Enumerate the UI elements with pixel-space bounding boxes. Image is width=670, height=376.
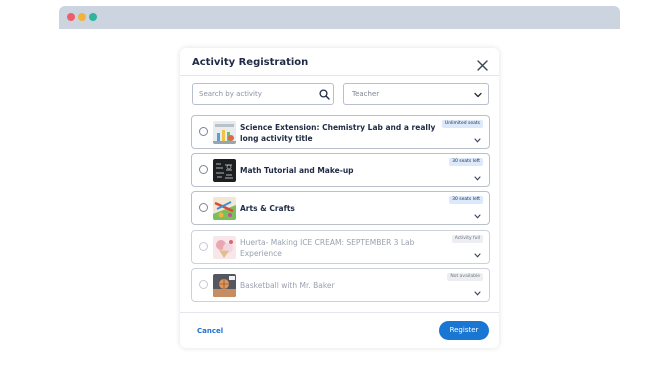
activity-thumbnail-ice-cream <box>213 236 236 259</box>
activity-thumbnail-basketball <box>213 274 236 297</box>
seats-badge: Unlimited seats <box>441 120 483 128</box>
register-button[interactable]: Register <box>439 321 489 340</box>
status-badge: Activity full <box>451 235 483 243</box>
search-icon[interactable] <box>319 89 330 100</box>
cancel-button[interactable]: Cancel <box>197 327 223 335</box>
activity-item[interactable]: Huerta- Making ICE CREAM: SEPTEMBER 3 La… <box>191 230 490 264</box>
activity-title: Math Tutorial and Make-up <box>240 166 354 175</box>
activity-radio[interactable] <box>199 165 208 174</box>
activity-item[interactable]: Arts & Crafts 30 seats left <box>191 191 490 225</box>
activity-title: Science Extension: Chemistry Lab and a r… <box>240 123 436 143</box>
activity-radio <box>199 242 208 251</box>
activity-title: Basketball with Mr. Baker <box>240 281 335 290</box>
activity-thumbnail-chemistry <box>213 121 236 144</box>
activity-item[interactable]: Science Extension: Chemistry Lab and a r… <box>191 115 490 149</box>
activity-thumbnail-arts <box>213 197 236 220</box>
activity-radio <box>199 280 208 289</box>
seats-badge: 30 seats left <box>449 158 483 166</box>
chevron-down-icon[interactable] <box>474 291 481 296</box>
chevron-down-icon[interactable] <box>474 176 481 181</box>
activity-thumbnail-math <box>213 159 236 182</box>
teacher-dropdown[interactable]: Teacher <box>343 83 489 105</box>
activity-item[interactable]: Math Tutorial and Make-up 30 seats left <box>191 153 490 187</box>
activity-radio[interactable] <box>199 127 208 136</box>
window-maximize-dot[interactable] <box>89 13 97 21</box>
chevron-down-icon[interactable] <box>474 138 481 143</box>
seats-badge: 30 seats left <box>449 196 483 204</box>
window-minimize-dot[interactable] <box>78 13 86 21</box>
chevron-down-icon[interactable] <box>474 214 481 219</box>
activity-registration-modal: Activity Registration Teacher <box>180 48 499 348</box>
activity-item[interactable]: Basketball with Mr. Baker Not available <box>191 268 490 302</box>
close-button[interactable] <box>476 57 489 71</box>
close-icon <box>477 60 488 71</box>
search-input[interactable] <box>199 88 311 100</box>
footer-divider <box>180 312 499 313</box>
chevron-down-icon[interactable] <box>474 253 481 258</box>
activity-title: Arts & Crafts <box>240 204 295 213</box>
activity-radio[interactable] <box>199 203 208 212</box>
browser-title-bar <box>59 6 620 29</box>
header-divider <box>180 75 499 76</box>
chevron-down-icon <box>474 92 482 98</box>
window-close-dot[interactable] <box>67 13 75 21</box>
search-field[interactable] <box>192 83 334 105</box>
status-badge: Not available <box>447 273 483 281</box>
teacher-dropdown-value: Teacher <box>352 90 380 98</box>
activity-title: Huerta- Making ICE CREAM: SEPTEMBER 3 La… <box>240 238 415 258</box>
modal-title: Activity Registration <box>192 57 309 68</box>
